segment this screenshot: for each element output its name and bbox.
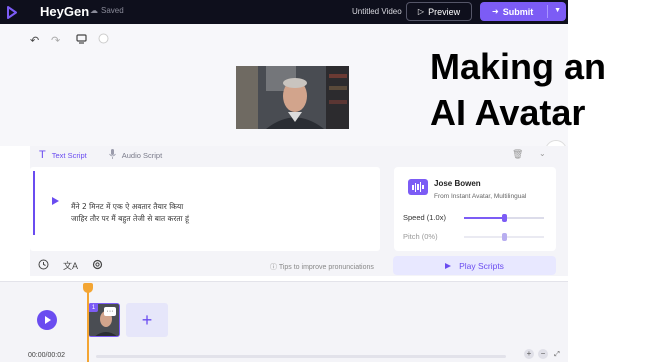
voice-name[interactable]: Jose Bowen xyxy=(434,179,481,188)
undo-icon[interactable]: ↶ xyxy=(30,34,39,47)
video-title[interactable]: Untitled Video xyxy=(352,7,402,16)
speed-slider[interactable] xyxy=(464,214,544,222)
top-bar: HeyGen ☁ Saved Untitled Video ▷ Preview … xyxy=(0,0,568,24)
script-text[interactable]: मैंने 2 मिनट में एक ऐ अवतार तैयार किया ज… xyxy=(71,201,189,225)
overlay-title-line2: AI Avatar xyxy=(430,92,586,133)
script-active-bar xyxy=(33,171,35,235)
heygen-logo-icon xyxy=(6,5,32,19)
play-icon[interactable] xyxy=(52,197,59,205)
play-scripts-label: Play Scripts xyxy=(459,260,504,271)
speed-slider-fill xyxy=(464,217,504,219)
openai-icon[interactable] xyxy=(92,259,103,272)
script-line-1: मैंने 2 मिनट में एक ऐ अवतार तैयार किया xyxy=(71,202,184,211)
avatar-video-frame[interactable] xyxy=(236,66,349,129)
tab-text-script-label: Text Script xyxy=(51,150,87,160)
translate-icon[interactable]: 文A xyxy=(63,259,78,272)
playhead-line xyxy=(87,287,89,362)
play-icon xyxy=(45,316,51,324)
script-tabs: T Text Script Audio Script xyxy=(30,146,162,164)
aspect-ratio-icon[interactable] xyxy=(76,33,87,47)
info-icon: ⓘ xyxy=(270,264,277,271)
tab-text-script[interactable]: T Text Script xyxy=(39,149,87,161)
preview-label: Preview xyxy=(428,6,461,17)
voice-settings: Jose Bowen From Instant Avatar, Multilin… xyxy=(394,167,556,251)
submit-arrow-icon: ➜ xyxy=(492,7,499,16)
overlay-title-line1: Making an xyxy=(430,46,607,87)
zoom-out-icon[interactable]: − xyxy=(538,349,548,359)
script-editor[interactable]: मैंने 2 मिनट में एक ऐ अवतार तैयार किया ज… xyxy=(30,167,380,251)
chevron-down-icon[interactable]: ⌄ xyxy=(539,149,546,158)
microphone-icon xyxy=(108,149,116,161)
saved-label: Saved xyxy=(101,6,124,15)
submit-label: Submit xyxy=(502,6,534,17)
background-color-icon[interactable] xyxy=(98,33,109,47)
redo-icon[interactable]: ↷ xyxy=(51,34,60,47)
preview-button[interactable]: ▷ Preview xyxy=(406,2,472,21)
script-panel: T Text Script Audio Script 🗑 ⌄ मैंने 2 म… xyxy=(30,146,568,276)
clip-number-badge: 1 xyxy=(89,303,98,312)
speed-slider-handle[interactable] xyxy=(501,214,507,222)
trash-icon[interactable]: 🗑 xyxy=(512,149,523,160)
add-scene-button[interactable]: + xyxy=(126,303,168,337)
pitch-label: Pitch (0%) xyxy=(403,232,438,241)
save-status: ☁ Saved xyxy=(90,6,124,15)
pronunciation-tips-link[interactable]: ⓘ Tips to improve pronunciations xyxy=(270,262,374,272)
timeline-scrollbar[interactable] xyxy=(96,355,506,358)
script-line-2: जाहिर तौर पर मैं बहुत तेजी से बात करता ह… xyxy=(71,214,189,223)
fit-expand-icon[interactable]: ⤢ xyxy=(552,349,562,359)
pause-clock-icon[interactable] xyxy=(38,259,49,272)
tips-label: Tips to improve pronunciations xyxy=(278,264,374,271)
play-scripts-button[interactable]: Play Scripts xyxy=(393,256,556,275)
tab-audio-script[interactable]: Audio Script xyxy=(108,149,163,161)
editor-window: HeyGen ☁ Saved Untitled Video ▷ Preview … xyxy=(0,0,645,362)
chevron-down-icon[interactable]: ▼ xyxy=(554,7,561,14)
cloud-icon: ☁ xyxy=(90,6,98,15)
overlay-title: Making an AI Avatar xyxy=(430,44,606,136)
avatar-image xyxy=(236,66,349,129)
text-t-icon: T xyxy=(39,149,46,161)
submit-button[interactable]: ➜ Submit ▼ xyxy=(480,2,566,21)
clip-menu-icon[interactable]: ··· xyxy=(104,307,116,316)
tab-audio-script-label: Audio Script xyxy=(121,150,163,160)
play-outline-icon: ▷ xyxy=(417,7,425,16)
time-readout: 00:00/00:02 xyxy=(28,352,65,359)
pitch-slider[interactable] xyxy=(464,233,544,241)
speed-label: Speed (1.0x) xyxy=(403,213,446,222)
timeline-divider xyxy=(0,281,568,282)
voice-source: From Instant Avatar, Multilingual xyxy=(434,193,527,200)
waveform-icon[interactable] xyxy=(408,179,428,195)
zoom-in-icon[interactable]: + xyxy=(524,349,534,359)
brand-name: HeyGen xyxy=(40,4,90,19)
timeline-play-button[interactable] xyxy=(37,310,57,330)
timeline: 1 ··· + 00:00/00:02 + − ⤢ xyxy=(0,281,568,362)
script-tools: 文A xyxy=(38,259,103,272)
pitch-slider-handle[interactable] xyxy=(501,233,507,241)
submit-divider xyxy=(547,5,548,18)
playhead-handle[interactable] xyxy=(83,283,93,293)
play-icon xyxy=(445,262,452,269)
